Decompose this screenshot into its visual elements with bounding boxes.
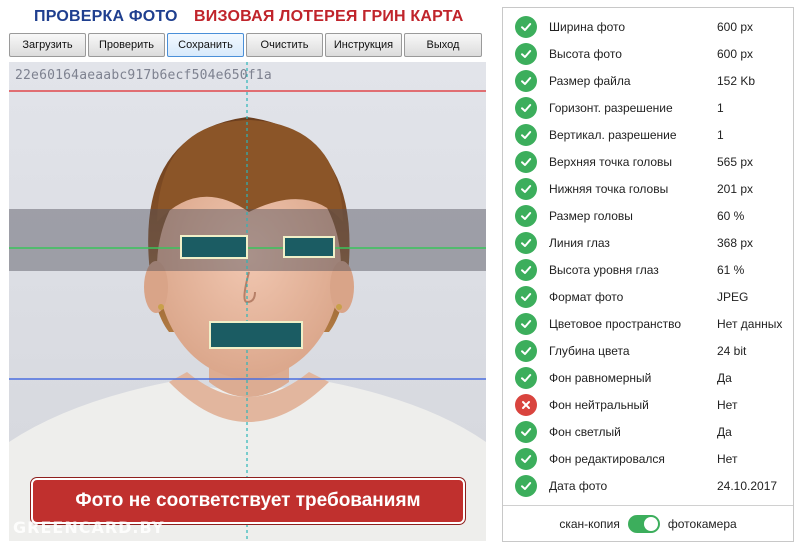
- check-row: Глубина цвета 24 bit: [503, 337, 793, 364]
- exit-button[interactable]: Выход: [404, 33, 482, 57]
- app-window: ПРОВЕРКА ФОТО ВИЗОВАЯ ЛОТЕРЕЯ ГРИН КАРТА…: [0, 0, 800, 547]
- check-ok-icon: [515, 15, 537, 38]
- check-ok-icon: [515, 96, 537, 119]
- app-title: ПРОВЕРКА ФОТО: [34, 8, 178, 25]
- check-label: Ширина фото: [549, 19, 626, 34]
- check-value: 565 px: [717, 154, 754, 169]
- source-toggle-bar: скан-копия фотокамера: [503, 505, 793, 541]
- photo-viewer[interactable]: 22e60164aeaabc917b6ecf504e650f1a Фото не…: [9, 62, 486, 541]
- check-row: Вертикал. разрешение 1: [503, 121, 793, 148]
- check-value: 201 px: [717, 181, 754, 196]
- mouth-mask: [209, 321, 303, 349]
- check-label: Глубина цвета: [549, 343, 630, 358]
- toolbar: Загрузить Проверить Сохранить Очистить И…: [9, 33, 486, 57]
- check-ok-icon: [515, 123, 537, 146]
- check-ok-icon: [515, 420, 537, 443]
- portrait-photo: [9, 62, 486, 541]
- check-ok-icon: [515, 366, 537, 389]
- right-eye-mask: [283, 236, 335, 258]
- check-label: Размер файла: [549, 73, 631, 88]
- check-ok-icon: [515, 447, 537, 470]
- check-row: Горизонт. разрешение 1: [503, 94, 793, 121]
- check-ok-icon: [515, 69, 537, 92]
- check-row: Фон светлый Да: [503, 418, 793, 445]
- check-value: Нет данных: [717, 316, 783, 331]
- check-value: 1: [717, 127, 724, 142]
- check-label: Горизонт. разрешение: [549, 100, 673, 115]
- check-label: Формат фото: [549, 289, 624, 304]
- clear-button[interactable]: Очистить: [246, 33, 323, 57]
- check-ok-icon: [515, 474, 537, 497]
- check-label: Фон редактировался: [549, 451, 665, 466]
- check-ok-icon: [515, 339, 537, 362]
- check-row: Дата фото 24.10.2017: [503, 472, 793, 499]
- source-toggle-switch[interactable]: [627, 514, 660, 533]
- check-value: Да: [717, 424, 732, 439]
- camera-label[interactable]: фотокамера: [668, 517, 737, 531]
- check-row: Нижняя точка головы 201 px: [503, 175, 793, 202]
- check-value: 600 px: [717, 19, 754, 34]
- check-value: 152 Kb: [717, 73, 756, 88]
- check-row: Ширина фото 600 px: [503, 13, 793, 40]
- scan-copy-label[interactable]: скан-копия: [559, 517, 620, 531]
- check-button[interactable]: Проверить: [88, 33, 165, 57]
- check-label: Высота фото: [549, 46, 622, 61]
- check-row: Формат фото JPEG: [503, 283, 793, 310]
- save-button[interactable]: Сохранить: [167, 33, 244, 57]
- check-ok-icon: [515, 312, 537, 335]
- check-label: Размер головы: [549, 208, 633, 223]
- check-label: Фон равномерный: [549, 370, 652, 385]
- check-label: Линия глаз: [549, 235, 610, 250]
- check-value: 61 %: [717, 262, 745, 277]
- check-row: Фон нейтральный Нет: [503, 391, 793, 418]
- check-value: 24 bit: [717, 343, 747, 358]
- check-label: Фон нейтральный: [549, 397, 649, 412]
- upload-button[interactable]: Загрузить: [9, 33, 86, 57]
- check-row: Цветовое пространство Нет данных: [503, 310, 793, 337]
- check-value: 60 %: [717, 208, 745, 223]
- toggle-knob: [643, 516, 658, 531]
- check-value: JPEG: [717, 289, 749, 304]
- check-label: Нижняя точка головы: [549, 181, 669, 196]
- check-label: Верхняя точка головы: [549, 154, 673, 169]
- check-ok-icon: [515, 285, 537, 308]
- check-label: Фон светлый: [549, 424, 621, 439]
- check-value: Нет: [717, 397, 738, 412]
- instruction-button[interactable]: Инструкция: [325, 33, 402, 57]
- check-row: Линия глаз 368 px: [503, 229, 793, 256]
- check-list: Ширина фото 600 px Высота фото 600 px Ра…: [503, 13, 793, 499]
- check-row: Фон равномерный Да: [503, 364, 793, 391]
- check-value: Да: [717, 370, 732, 385]
- check-value: 1: [717, 100, 724, 115]
- check-label: Высота уровня глаз: [549, 262, 659, 277]
- app-subtitle: ВИЗОВАЯ ЛОТЕРЕЯ ГРИН КАРТА: [194, 8, 464, 25]
- check-row: Фон редактировался Нет: [503, 445, 793, 472]
- check-row: Размер головы 60 %: [503, 202, 793, 229]
- check-ok-icon: [515, 231, 537, 254]
- check-ok-icon: [515, 204, 537, 227]
- check-label: Вертикал. разрешение: [549, 127, 677, 142]
- left-eye-mask: [180, 235, 248, 259]
- check-row: Верхняя точка головы 565 px: [503, 148, 793, 175]
- check-ok-icon: [515, 258, 537, 281]
- check-fail-icon: [515, 393, 537, 416]
- check-value: Нет: [717, 451, 738, 466]
- check-label: Цветовое пространство: [549, 316, 682, 331]
- check-row: Высота уровня глаз 61 %: [503, 256, 793, 283]
- check-value: 24.10.2017: [717, 478, 778, 493]
- check-value: 600 px: [717, 46, 754, 61]
- photo-hash: 22e60164aeaabc917b6ecf504e650f1a: [15, 68, 272, 83]
- check-ok-icon: [515, 150, 537, 173]
- check-row: Высота фото 600 px: [503, 40, 793, 67]
- check-value: 368 px: [717, 235, 754, 250]
- checks-panel: Ширина фото 600 px Высота фото 600 px Ра…: [502, 7, 794, 542]
- check-label: Дата фото: [549, 478, 608, 493]
- check-row: Размер файла 152 Kb: [503, 67, 793, 94]
- check-ok-icon: [515, 42, 537, 65]
- check-ok-icon: [515, 177, 537, 200]
- watermark: GREENCARD.BY: [13, 518, 165, 537]
